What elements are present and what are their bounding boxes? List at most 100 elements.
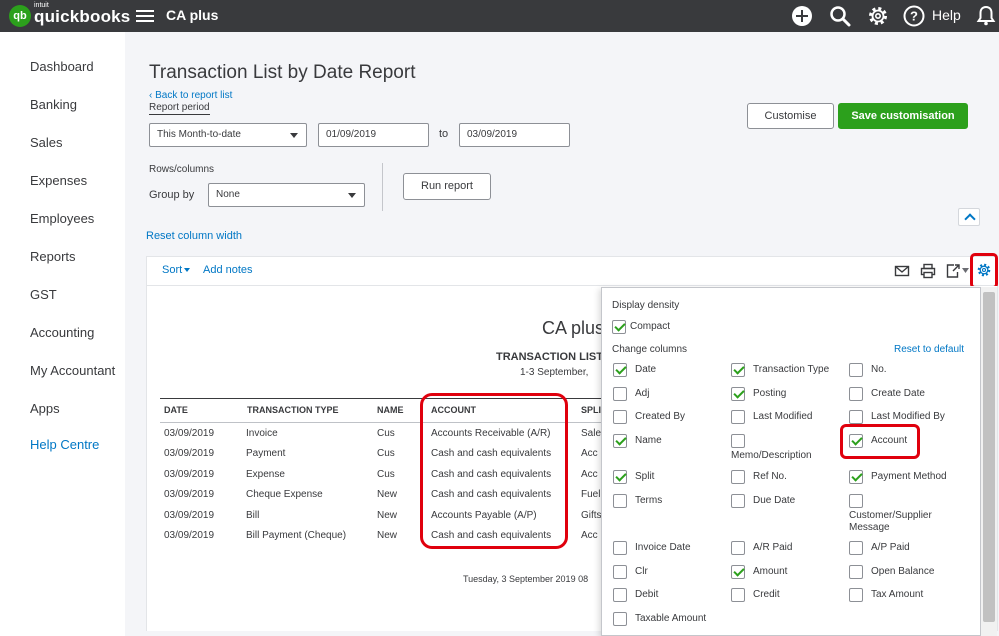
column-checkbox-clr[interactable] xyxy=(613,565,627,579)
sidebar-item-help-centre[interactable]: Help Centre xyxy=(30,437,99,452)
table-cell-type[interactable]: Cheque Expense xyxy=(246,489,323,500)
column-option-label: Open Balance xyxy=(871,566,935,577)
menu-icon[interactable] xyxy=(136,7,154,25)
column-option-label: Created By xyxy=(635,411,686,422)
column-option-label: Taxable Amount xyxy=(635,613,707,624)
column-option-label: Date xyxy=(635,364,657,375)
report-period-select[interactable]: This Month-to-date xyxy=(149,123,307,147)
company-name: CA plus xyxy=(166,7,219,23)
add-notes-link[interactable]: Add notes xyxy=(203,264,253,276)
help-circle-icon[interactable]: ? xyxy=(902,4,926,28)
caret-down-icon[interactable] xyxy=(962,268,969,273)
caret-down-icon xyxy=(290,133,298,138)
email-icon[interactable] xyxy=(894,263,910,279)
column-checkbox-payment-method[interactable] xyxy=(849,470,863,484)
gear-icon[interactable] xyxy=(866,4,890,28)
account-column-highlight xyxy=(420,393,568,549)
column-checkbox-ap-paid[interactable] xyxy=(849,541,863,555)
date-from-input[interactable]: 01/09/2019 xyxy=(318,123,429,147)
sidebar-item-reports[interactable]: Reports xyxy=(30,249,76,264)
plus-circle-icon[interactable] xyxy=(790,4,814,28)
caret-down-icon xyxy=(348,193,356,198)
reset-to-default-link[interactable]: Reset to default xyxy=(894,344,964,355)
column-checkbox-adj[interactable] xyxy=(613,387,627,401)
table-cell-type[interactable]: Bill Payment (Cheque) xyxy=(246,530,346,541)
column-checkbox-transaction-type[interactable] xyxy=(731,363,745,377)
column-header-transaction-type[interactable]: TRANSACTION TYPE xyxy=(247,405,339,415)
column-checkbox-invoice-date[interactable] xyxy=(613,541,627,555)
report-toolbar xyxy=(146,256,998,286)
column-checkbox-amount[interactable] xyxy=(731,565,745,579)
search-icon[interactable] xyxy=(828,4,852,28)
column-checkbox-memo-description[interactable] xyxy=(731,434,745,448)
table-cell-name: New xyxy=(377,489,398,500)
top-bar: qb intuit quickbooks CA plus ? Help xyxy=(0,0,999,32)
sort-dropdown[interactable]: Sort xyxy=(162,264,191,276)
column-checkbox-taxable-amount[interactable] xyxy=(613,612,627,626)
column-checkbox-ar-paid[interactable] xyxy=(731,541,745,555)
column-header-name[interactable]: NAME xyxy=(377,405,404,415)
column-option-label: Split xyxy=(635,471,655,482)
column-checkbox-terms[interactable] xyxy=(613,494,627,508)
date-to-input[interactable]: 03/09/2019 xyxy=(459,123,570,147)
column-checkbox-created-by[interactable] xyxy=(613,410,627,424)
compact-label: Compact xyxy=(630,321,671,332)
sidebar-item-employees[interactable]: Employees xyxy=(30,211,94,226)
sidebar-item-expenses[interactable]: Expenses xyxy=(30,173,87,188)
column-header-date[interactable]: DATE xyxy=(164,405,188,415)
column-checkbox-open-balance[interactable] xyxy=(849,565,863,579)
column-checkbox-no[interactable] xyxy=(849,363,863,377)
bell-icon[interactable] xyxy=(974,4,998,28)
group-by-select[interactable]: None xyxy=(208,183,365,207)
svg-text:?: ? xyxy=(910,9,918,24)
column-checkbox-tax-amount[interactable] xyxy=(849,588,863,602)
quickbooks-logo-text[interactable]: quickbooks xyxy=(34,7,130,27)
sidebar-item-banking[interactable]: Banking xyxy=(30,97,77,112)
table-cell-name: New xyxy=(377,530,398,541)
column-checkbox-posting[interactable] xyxy=(731,387,745,401)
column-option-label: Last Modified By xyxy=(871,411,945,422)
column-checkbox-date[interactable] xyxy=(613,363,627,377)
table-cell-type[interactable]: Invoice xyxy=(246,428,278,439)
table-cell-split: Sale xyxy=(581,428,602,439)
panel-scrollbar-thumb[interactable] xyxy=(983,292,995,622)
print-icon[interactable] xyxy=(920,263,936,279)
customise-button[interactable]: Customise xyxy=(747,103,834,129)
table-cell-type[interactable]: Payment xyxy=(246,448,285,459)
change-columns-label: Change columns xyxy=(612,344,688,355)
help-label[interactable]: Help xyxy=(932,7,961,23)
column-checkbox-due-date[interactable] xyxy=(731,494,745,508)
save-customisation-button[interactable]: Save customisation xyxy=(838,103,968,129)
sidebar-item-my-accountant[interactable]: My Accountant xyxy=(30,363,115,378)
column-header-split[interactable]: SPLI xyxy=(581,405,601,415)
back-to-report-list-link[interactable]: ‹ Back to report list xyxy=(149,90,232,101)
collapse-chevron-up-icon[interactable] xyxy=(958,208,980,226)
table-cell-date: 03/09/2019 xyxy=(164,448,215,459)
sidebar-item-dashboard[interactable]: Dashboard xyxy=(30,59,94,74)
column-checkbox-create-date[interactable] xyxy=(849,387,863,401)
column-checkbox-ref-no[interactable] xyxy=(731,470,745,484)
column-checkbox-debit[interactable] xyxy=(613,588,627,602)
column-checkbox-name[interactable] xyxy=(613,434,627,448)
column-checkbox-split[interactable] xyxy=(613,470,627,484)
sidebar-item-apps[interactable]: Apps xyxy=(30,401,60,416)
table-cell-date: 03/09/2019 xyxy=(164,510,215,521)
column-checkbox-customer-supplier-message[interactable] xyxy=(849,494,863,508)
compact-checkbox[interactable] xyxy=(612,320,626,334)
table-cell-split: Acc xyxy=(581,530,598,541)
sidebar-item-sales[interactable]: Sales xyxy=(30,135,63,150)
column-option-label: Adj xyxy=(635,388,650,399)
quickbooks-logo-icon[interactable]: qb xyxy=(9,5,31,27)
column-checkbox-credit[interactable] xyxy=(731,588,745,602)
reset-column-width-link[interactable]: Reset column width xyxy=(146,230,242,242)
sidebar-item-gst[interactable]: GST xyxy=(30,287,57,302)
table-cell-type[interactable]: Expense xyxy=(246,469,285,480)
column-option-label: Name xyxy=(635,435,662,446)
sidebar-item-accounting[interactable]: Accounting xyxy=(30,325,94,340)
export-icon[interactable] xyxy=(945,263,961,279)
run-report-button[interactable]: Run report xyxy=(403,173,491,200)
column-option-label: Payment Method xyxy=(871,471,947,482)
table-cell-type[interactable]: Bill xyxy=(246,510,259,521)
column-checkbox-last-modified-by[interactable] xyxy=(849,410,863,424)
column-checkbox-last-modified[interactable] xyxy=(731,410,745,424)
